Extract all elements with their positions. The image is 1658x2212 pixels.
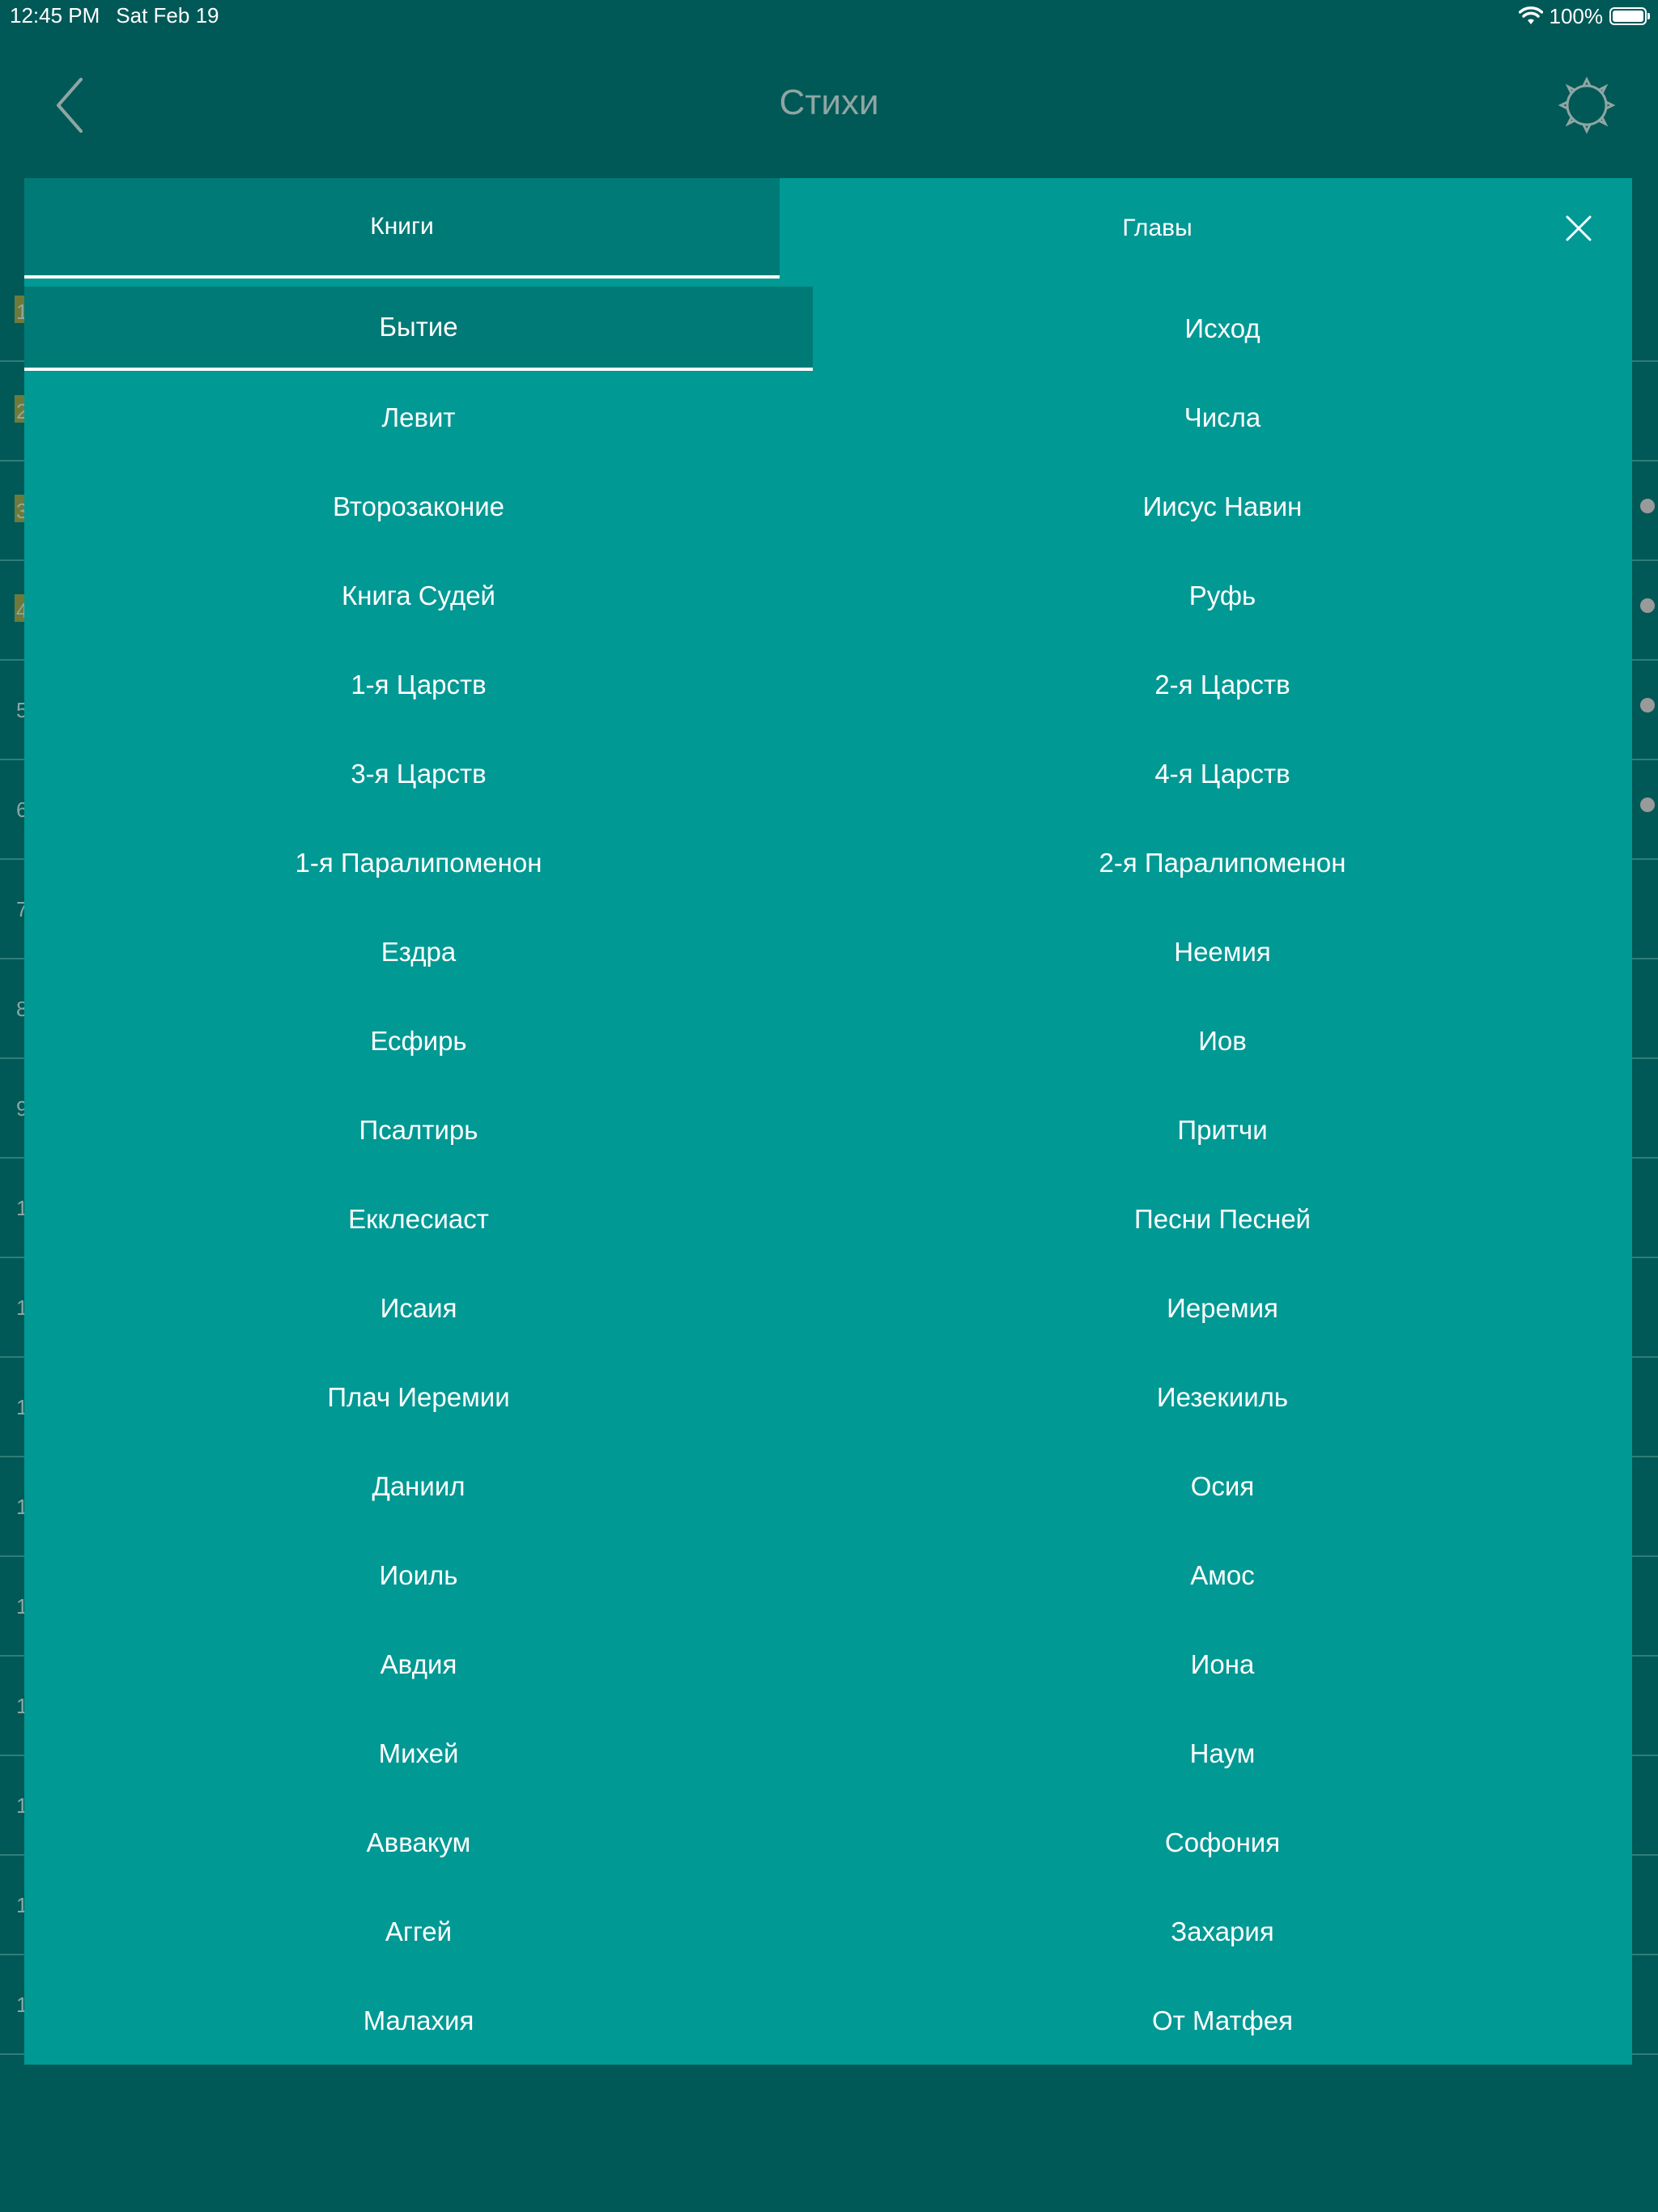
book-item[interactable]: 4-я Царств (813, 732, 1632, 816)
book-item[interactable]: Неемия (813, 910, 1632, 994)
heart-icon[interactable] (1640, 499, 1655, 513)
book-item[interactable]: Псалтирь (24, 1088, 813, 1172)
book-item[interactable]: 1-я Царств (24, 643, 813, 727)
book-item[interactable]: Исход (813, 287, 1632, 371)
heart-icon[interactable] (1640, 598, 1655, 613)
book-item[interactable]: Захария (813, 1890, 1632, 1974)
book-item[interactable]: Амос (813, 1534, 1632, 1618)
tab-books[interactable]: Книги (24, 178, 780, 279)
status-bar: 12:45 PM Sat Feb 19 100% (0, 0, 1658, 32)
book-item[interactable]: Иезекииль (813, 1355, 1632, 1440)
status-time: 12:45 PM Sat Feb 19 (10, 3, 236, 28)
status-clock: 12:45 PM (10, 3, 100, 28)
book-item[interactable]: Аввакум (24, 1801, 813, 1885)
book-item[interactable]: Левит (24, 376, 813, 460)
book-item[interactable]: 2-я Паралипоменон (813, 821, 1632, 905)
book-item[interactable]: Второзаконие (24, 465, 813, 549)
book-item[interactable]: Песни Песней (813, 1177, 1632, 1261)
heart-icon[interactable] (1640, 698, 1655, 713)
status-right: 100% (1518, 2, 1650, 30)
tab-chapters[interactable]: Главы (780, 178, 1535, 279)
book-item[interactable]: Иисус Навин (813, 465, 1632, 549)
book-item[interactable]: Малахия (24, 1979, 813, 2063)
settings-button[interactable] (1556, 74, 1618, 136)
battery-percent: 100% (1549, 3, 1604, 28)
book-item[interactable]: Числа (813, 376, 1632, 460)
nav-bar: Стихи (0, 32, 1658, 178)
book-item[interactable]: Аггей (24, 1890, 813, 1974)
battery-fill (1613, 11, 1643, 22)
book-item[interactable]: Иов (813, 999, 1632, 1083)
book-item[interactable]: Наум (813, 1712, 1632, 1796)
book-item[interactable]: 1-я Паралипоменон (24, 821, 813, 905)
book-item[interactable]: Иеремия (813, 1266, 1632, 1351)
book-item[interactable]: Ездра (24, 910, 813, 994)
book-item[interactable]: От Матфея (813, 1979, 1632, 2063)
book-item[interactable]: Притчи (813, 1088, 1632, 1172)
status-date: Sat Feb 19 (116, 3, 219, 28)
heart-icon[interactable] (1640, 798, 1655, 812)
book-item[interactable]: Есфирь (24, 999, 813, 1083)
book-item[interactable]: Авдия (24, 1623, 813, 1707)
gear-icon (1558, 76, 1616, 134)
book-item[interactable]: Руфь (813, 554, 1632, 638)
close-button[interactable] (1558, 207, 1600, 249)
picker-tabs: Книги Главы (24, 178, 1632, 279)
close-icon (1566, 215, 1592, 241)
book-item[interactable]: Иона (813, 1623, 1632, 1707)
book-item[interactable]: Михей (24, 1712, 813, 1796)
book-item[interactable]: 3-я Царств (24, 732, 813, 816)
book-item[interactable]: Софония (813, 1801, 1632, 1885)
book-item[interactable]: Плач Иеремии (24, 1355, 813, 1440)
book-item[interactable]: Осия (813, 1444, 1632, 1529)
book-picker-modal: Книги Главы Бытие Исход Левит Числа Второзак… (24, 178, 1632, 2065)
battery-icon (1609, 7, 1650, 25)
book-item[interactable]: Исаия (24, 1266, 813, 1351)
book-item[interactable]: Иоиль (24, 1534, 813, 1618)
page-title: Стихи (779, 83, 879, 122)
wifi-icon (1518, 6, 1543, 24)
book-item[interactable]: Бытие (24, 287, 813, 371)
book-item[interactable]: Книга Судей (24, 554, 813, 638)
book-item[interactable]: 2-я Царств (813, 643, 1632, 727)
book-item[interactable]: Екклесиаст (24, 1177, 813, 1261)
book-item[interactable]: Даниил (24, 1444, 813, 1529)
